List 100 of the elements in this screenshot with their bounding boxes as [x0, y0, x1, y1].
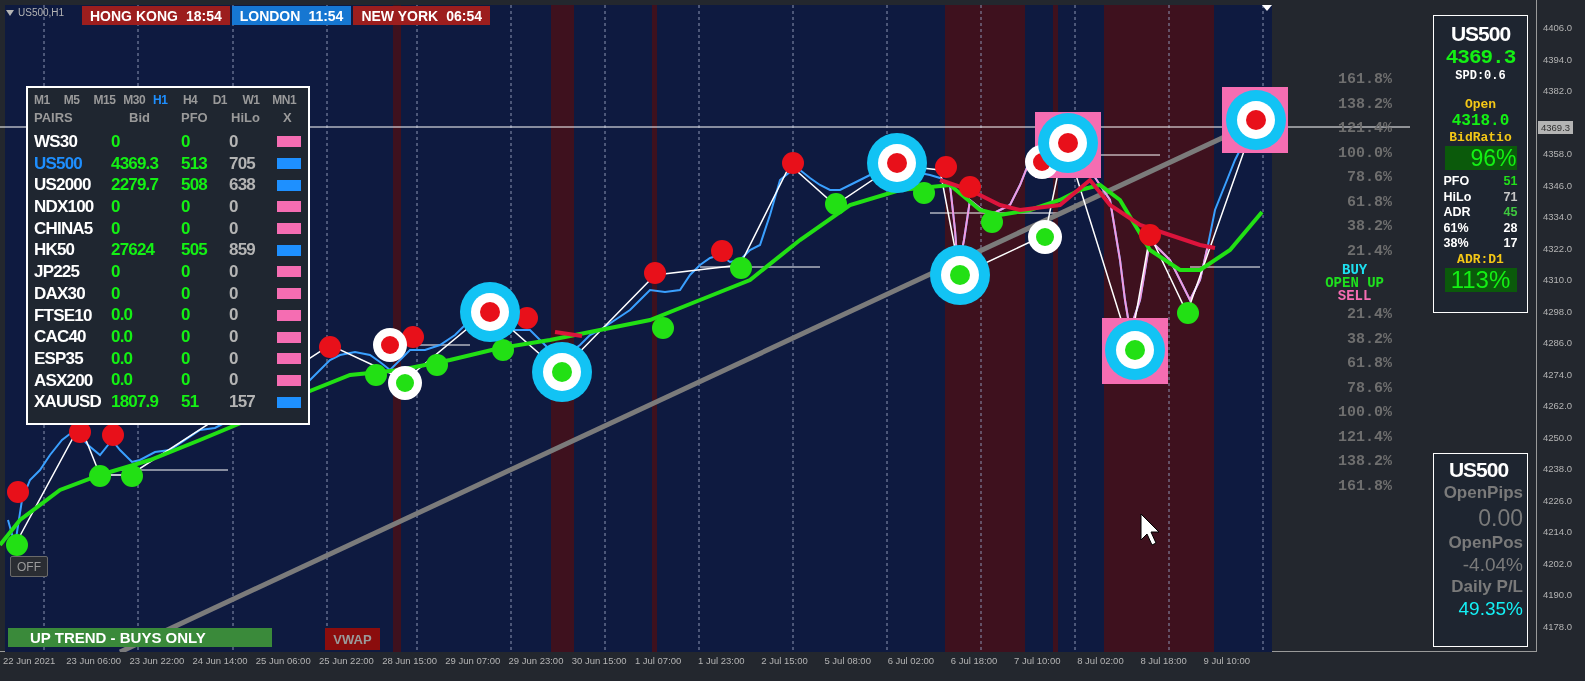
color-swatch[interactable]	[277, 223, 301, 235]
color-swatch[interactable]	[277, 179, 301, 191]
price-tick: 4322.0	[1542, 242, 1574, 256]
fib-level-label: 78.6%	[1347, 168, 1392, 188]
fib-level-label: 100.0%	[1338, 403, 1392, 423]
pair-name[interactable]: ASX200	[34, 369, 111, 392]
stat-value: 51	[1502, 174, 1518, 190]
color-swatch[interactable]	[277, 288, 301, 300]
color-swatch[interactable]	[277, 396, 301, 408]
fib-level-label: 21.4%	[1347, 241, 1392, 262]
table-cell-text: 0	[181, 305, 191, 326]
signal-dot	[644, 262, 666, 284]
price-tick: 4214.0	[1542, 526, 1574, 539]
timeframe-tab[interactable]: M30	[123, 93, 154, 107]
fib-level-label: 100.0%	[1338, 143, 1392, 164]
fib-level-label: 78.6%	[1347, 378, 1392, 399]
price-tick: 4274.0	[1542, 368, 1574, 382]
table-cell-text: 1807.9	[111, 392, 160, 413]
color-swatch[interactable]	[277, 309, 301, 321]
timeframe-tab[interactable]: H4	[182, 93, 213, 107]
signal-dot	[6, 534, 28, 556]
target-marker	[532, 342, 592, 402]
adr-label: ADR:D1	[1457, 251, 1504, 267]
timeframe-tab[interactable]: M15	[93, 93, 124, 107]
pair-name[interactable]: JP225	[34, 261, 111, 283]
signal-dot	[402, 326, 424, 348]
time-tick: 30 Jun 15:00	[571, 655, 628, 666]
color-swatch[interactable]	[277, 136, 301, 148]
column-header: Bid	[128, 110, 151, 127]
timeframe-tab[interactable]: MN1	[272, 93, 302, 107]
signal-dot	[121, 465, 143, 487]
price-tick: 4190.0	[1542, 589, 1574, 602]
signal-dot	[1139, 224, 1161, 246]
table-cell-text: 0	[111, 261, 121, 282]
price-tick: 4358.0	[1542, 148, 1574, 161]
color-swatch[interactable]	[277, 158, 301, 170]
pair-name[interactable]: HK50	[34, 239, 111, 262]
off-button[interactable]: OFF	[10, 556, 48, 577]
target-marker	[1028, 220, 1062, 254]
column-header: PFO	[181, 110, 209, 127]
pair-name[interactable]: FTSE10	[34, 304, 111, 327]
pair-name[interactable]: WS30	[34, 131, 111, 153]
time-tick: 23 Jun 22:00	[129, 655, 186, 666]
pair-name[interactable]: ESP35	[34, 347, 111, 370]
price-tick: 4298.0	[1542, 305, 1574, 319]
color-swatch[interactable]	[277, 266, 301, 278]
timeframe-tab[interactable]: M1	[34, 93, 64, 107]
time-tick: 29 Jun 23:00	[508, 655, 565, 666]
pair-name[interactable]: US2000	[34, 174, 111, 197]
stat-value: 45	[1502, 205, 1518, 221]
color-swatch[interactable]	[277, 374, 301, 386]
stat-value: 71	[1502, 189, 1518, 205]
table-cell-text: 0	[181, 131, 191, 152]
signal-dot	[426, 354, 448, 376]
color-swatch[interactable]	[277, 331, 301, 343]
table-cell-text: 0.0	[111, 305, 134, 326]
table-cell-text: 0	[229, 196, 239, 217]
fib-level-label: 61.8%	[1347, 192, 1392, 213]
price-tick: 4334.0	[1542, 211, 1574, 224]
time-tick: 5 Jul 08:00	[824, 655, 872, 666]
signal-dot	[7, 481, 29, 503]
price-tick: 4346.0	[1542, 179, 1574, 193]
table-cell-text: 2279.7	[111, 175, 160, 196]
level-line	[1189, 266, 1261, 268]
timeframe-tab[interactable]: H1	[153, 93, 183, 107]
time-tick: 29 Jun 07:00	[445, 655, 502, 666]
table-cell-text: 0	[181, 283, 191, 304]
color-swatch[interactable]	[277, 353, 301, 365]
time-tick: 7 Jul 10:00	[1014, 655, 1062, 666]
price-tick: 4406.0	[1542, 22, 1574, 35]
timeframe-tab[interactable]: M5	[63, 93, 94, 107]
pair-name[interactable]: CAC40	[34, 326, 111, 348]
bid-ratio-value: 96%	[1444, 146, 1517, 170]
pair-name[interactable]: CHINA5	[34, 217, 111, 240]
pair-name[interactable]: NDX100	[34, 196, 111, 218]
price-tick: 4202.0	[1542, 557, 1574, 571]
table-cell-text: 508	[181, 175, 208, 196]
price-tick: 4394.0	[1542, 53, 1574, 67]
time-tick: 8 Jul 18:00	[1140, 655, 1188, 666]
timeframe-tab[interactable]: W1	[242, 93, 273, 107]
fib-level-label: 21.4%	[1347, 305, 1392, 325]
open-label: Open	[1464, 97, 1497, 112]
symbol-title: US500	[1448, 458, 1509, 482]
pair-name[interactable]: DAX30	[34, 282, 111, 305]
timeframe-tab[interactable]: D1	[212, 93, 243, 107]
dropdown-icon[interactable]	[6, 9, 14, 16]
column-header: PAIRS	[34, 110, 74, 127]
price-tick: 4178.0	[1542, 620, 1574, 634]
target-marker	[373, 328, 407, 362]
color-swatch[interactable]	[277, 201, 301, 213]
price-tick: 4226.0	[1542, 494, 1574, 508]
price-tick: 4286.0	[1542, 337, 1574, 350]
open-pips-value: 0.00	[1478, 504, 1523, 532]
table-cell-text: 505	[181, 240, 208, 261]
signal-label: SELL	[1337, 290, 1372, 303]
pair-name[interactable]: US500	[34, 152, 111, 175]
pair-name[interactable]: XAUUSD	[34, 391, 111, 413]
table-cell-text: 0	[181, 218, 191, 239]
fib-level-label: 161.8%	[1338, 476, 1392, 497]
color-swatch[interactable]	[277, 244, 301, 256]
